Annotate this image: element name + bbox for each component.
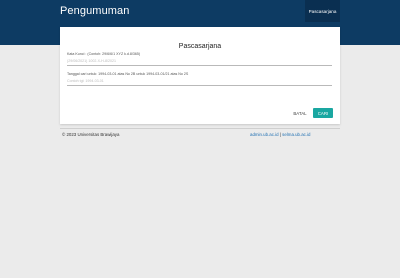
nav-item-pascasarjana[interactable]: Pascasarjana [305,0,340,22]
footer-separator: | [279,132,281,137]
footer-links: admin.ub.ac.id | selma.ub.ac.id [250,132,310,137]
search-button[interactable]: CARI [313,108,333,118]
keyword-label: Kata Kunci : (Contoh: 29/6/6/1 XYZ k.d.8… [67,52,141,56]
footer-copyright: © 2023 Universitas Brawijaya [62,132,120,137]
footer-divider [60,128,340,129]
date-placeholder: Contoh tgl: 1994-03-01 [67,79,104,83]
app-title: Pengumuman [60,5,130,17]
keyword-input[interactable]: (29/06/2021) 1002-X-H-8/2021 [67,57,332,66]
card-title: Pascasarjana [178,43,222,50]
date-input[interactable]: Contoh tgl: 1994-03-01 [67,77,332,86]
cancel-button[interactable]: BATAL [290,108,310,118]
keyword-placeholder: (29/06/2021) 1002-X-H-8/2021 [67,59,116,63]
footer-link-selma[interactable]: selma.ub.ac.id [282,132,310,137]
date-label: Tanggal cari untuk: 1994-03-01 atas No 2… [67,72,189,76]
footer-link-admin[interactable]: admin.ub.ac.id [250,132,279,137]
